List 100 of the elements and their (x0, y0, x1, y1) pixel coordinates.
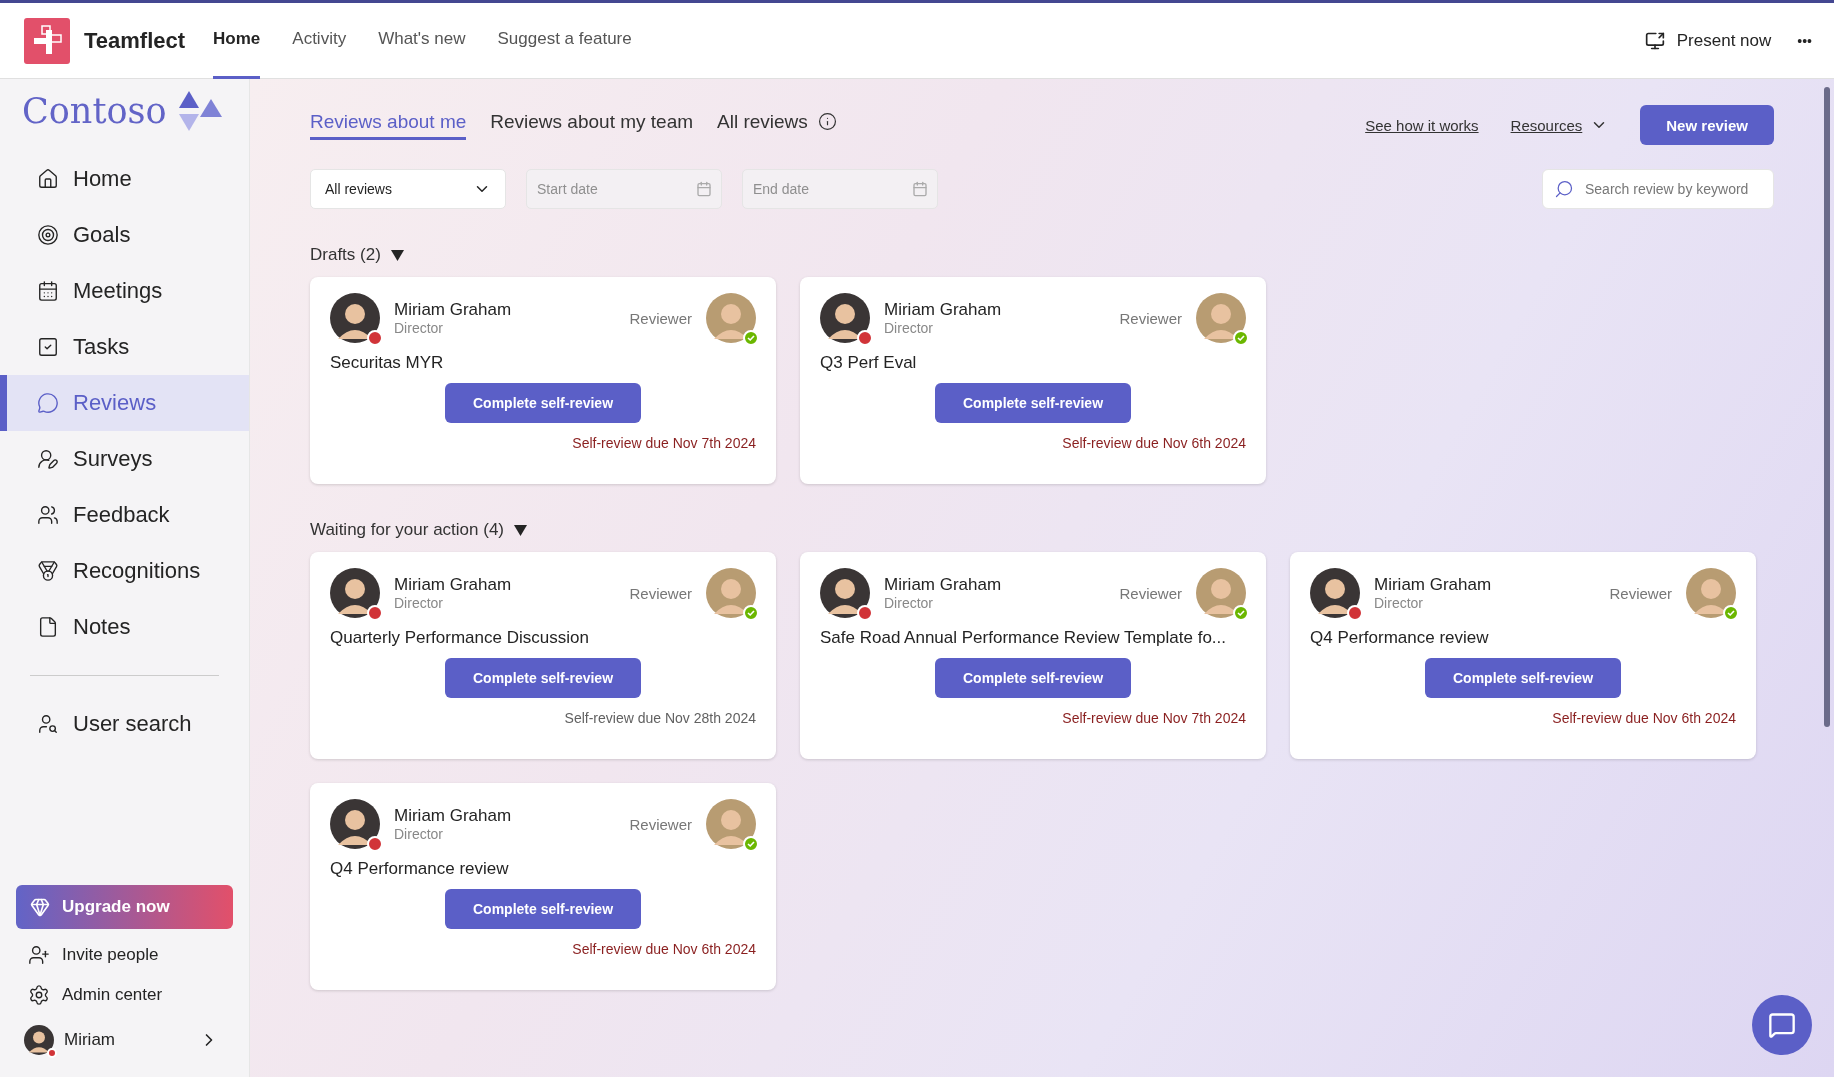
target-icon (37, 224, 59, 246)
review-title: Q3 Perf Eval (820, 353, 917, 373)
chat-icon (1768, 1011, 1796, 1039)
employee-avatar (330, 293, 380, 343)
people-icon (37, 504, 59, 526)
document-icon (37, 616, 59, 638)
due-date: Self-review due Nov 7th 2024 (1062, 710, 1246, 726)
nav-tab[interactable]: What's new (378, 2, 466, 79)
section-toggle[interactable]: Drafts (2) (310, 245, 404, 265)
info-icon (817, 112, 837, 131)
busy-badge (857, 330, 873, 346)
available-badge (743, 330, 759, 346)
user-menu[interactable]: Miriam (0, 1015, 249, 1065)
reviewer-label: Reviewer (629, 584, 692, 602)
house-icon (37, 168, 59, 190)
review-title: Quarterly Performance Discussion (330, 628, 589, 648)
review-title: Safe Road Annual Performance Review Template fo... (820, 628, 1227, 648)
sidebar-item[interactable]: Home (0, 151, 249, 207)
complete-review-button[interactable]: Complete self-review (445, 889, 641, 929)
sidebar-item[interactable]: Reviews (0, 375, 249, 431)
chat-button[interactable] (1752, 995, 1812, 1055)
available-badge (1233, 605, 1249, 621)
reviewer-avatar (1196, 568, 1246, 618)
reviewer-avatar (706, 293, 756, 343)
start-date-field[interactable]: Start date (526, 169, 722, 209)
employee-avatar (820, 293, 870, 343)
review-title: Securitas MYR (330, 353, 444, 373)
sidebar-item[interactable]: Notes (0, 599, 249, 655)
sidebar-link[interactable]: Invite people (0, 935, 249, 975)
busy-badge (47, 1048, 57, 1058)
caret-icon (514, 524, 527, 536)
section-toggle[interactable]: Waiting for your action (4) (310, 520, 527, 540)
settings-icon (28, 984, 50, 1006)
sidebar-item[interactable]: Goals (0, 207, 249, 263)
busy-badge (367, 330, 383, 346)
complete-review-button[interactable]: Complete self-review (445, 383, 641, 423)
due-date: Self-review due Nov 6th 2024 (572, 941, 756, 957)
new-review-button[interactable]: New review (1640, 105, 1774, 145)
sidebar-link[interactable]: Admin center (0, 975, 249, 1015)
busy-badge (1347, 605, 1363, 621)
more-button[interactable]: ••• (1791, 31, 1818, 50)
how-it-works-link[interactable]: See how it works (1365, 116, 1479, 134)
employee-role: Director (394, 826, 444, 842)
person-icon (37, 448, 59, 470)
complete-review-button[interactable]: Complete self-review (1425, 658, 1621, 698)
person-search-icon (37, 713, 59, 735)
due-date: Self-review due Nov 7th 2024 (572, 435, 756, 451)
review-title: Q4 Performance review (330, 859, 509, 879)
employee-role: Director (1374, 595, 1424, 611)
complete-review-button[interactable]: Complete self-review (445, 658, 641, 698)
employee-name: Miriam Graham (884, 575, 1003, 595)
sidebar-item[interactable]: Meetings (0, 263, 249, 319)
employee-avatar (330, 568, 380, 618)
sidebar-item[interactable]: User search (0, 696, 249, 752)
busy-badge (367, 605, 383, 621)
available-badge (743, 605, 759, 621)
available-badge (1723, 605, 1739, 621)
review-tab[interactable]: Reviews about me (310, 110, 467, 140)
speech-bubble-icon (37, 392, 59, 414)
employee-role: Director (884, 320, 934, 336)
complete-review-button[interactable]: Complete self-review (935, 658, 1131, 698)
employee-avatar (330, 799, 380, 849)
review-tab[interactable]: Reviews about my team (490, 110, 694, 140)
sidebar-item[interactable]: Feedback (0, 487, 249, 543)
medal-icon (37, 560, 59, 582)
available-badge (743, 836, 759, 852)
reviewer-avatar (706, 799, 756, 849)
sidebar-item[interactable]: Surveys (0, 431, 249, 487)
screen-share-icon (1644, 30, 1665, 51)
scrollbar[interactable] (1824, 87, 1830, 727)
reviewer-label: Reviewer (1609, 584, 1672, 602)
review-type-select[interactable]: All reviews (310, 169, 506, 209)
present-button[interactable]: Present now (1638, 29, 1778, 52)
employee-avatar (820, 568, 870, 618)
sidebar-item[interactable]: Recognitions (0, 543, 249, 599)
nav-tab[interactable]: Suggest a feature (497, 2, 632, 79)
complete-review-button[interactable]: Complete self-review (935, 383, 1131, 423)
employee-name: Miriam Graham (1374, 575, 1493, 595)
brand-logo-text: Contoso (22, 91, 167, 131)
review-tab[interactable]: All reviews (717, 110, 837, 140)
employee-name: Miriam Graham (394, 575, 513, 595)
reviewer-avatar (706, 568, 756, 618)
search-icon (1554, 179, 1574, 199)
due-date: Self-review due Nov 6th 2024 (1552, 710, 1736, 726)
reviewer-label: Reviewer (1119, 309, 1182, 327)
upgrade-button[interactable]: Upgrade now (16, 885, 233, 929)
calendar-icon (912, 181, 928, 197)
employee-name: Miriam Graham (884, 300, 1003, 320)
employee-name: Miriam Graham (394, 806, 513, 826)
app-name: Teamflect (84, 27, 186, 54)
calendar-icon (696, 181, 712, 197)
search-field[interactable]: Search review by keyword (1542, 169, 1774, 209)
nav-tab[interactable]: Activity (292, 2, 347, 79)
sidebar-item[interactable]: Tasks (0, 319, 249, 375)
review-title: Q4 Performance review (1310, 628, 1489, 648)
reviewer-avatar (1196, 293, 1246, 343)
end-date-field[interactable]: End date (742, 169, 938, 209)
calendar-icon (37, 280, 59, 302)
employee-role: Director (884, 595, 934, 611)
resources-dropdown[interactable]: Resources (1510, 116, 1609, 134)
